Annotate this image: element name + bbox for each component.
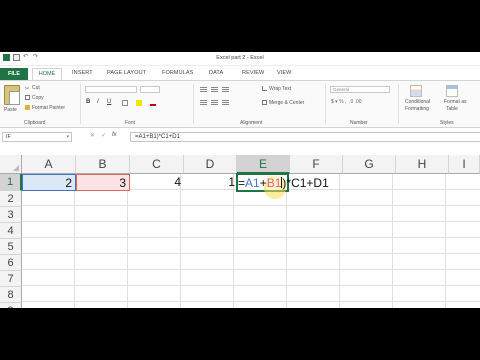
align-middle-icon[interactable]	[211, 87, 218, 93]
align-right-icon[interactable]	[222, 100, 229, 106]
column-header-h[interactable]: H	[396, 155, 449, 174]
ribbon-divider	[398, 84, 399, 124]
reference-b1: B1	[266, 176, 282, 190]
format-as-table-icon[interactable]	[446, 85, 458, 97]
font-size-box[interactable]	[140, 86, 160, 93]
excel-window: ↶ ↷ Excel part 2 - Excel FILE HOME INSER…	[0, 52, 480, 308]
tab-data[interactable]: DATA	[209, 70, 223, 76]
ribbon-divider	[193, 84, 194, 124]
cell-c1[interactable]: 4	[130, 174, 184, 191]
merge-center-button[interactable]: Merge & Center	[262, 100, 304, 106]
number-format-box[interactable]: General	[330, 86, 390, 93]
row-header-9[interactable]: 9	[0, 303, 22, 308]
copy-button[interactable]: Copy	[25, 95, 44, 101]
row-header-6[interactable]: 6	[0, 255, 22, 271]
font-color-icon[interactable]	[150, 100, 156, 106]
cancel-icon[interactable]: ✕	[90, 132, 95, 139]
ribbon: Paste ✂ Cut Copy Format Painter Clipboard…	[0, 80, 480, 128]
underline-button[interactable]: U	[107, 99, 111, 105]
enter-icon[interactable]: ✓	[101, 132, 106, 139]
row-header-5[interactable]: 5	[0, 239, 22, 255]
column-header-f[interactable]: F	[290, 155, 343, 174]
row-header-4[interactable]: 4	[0, 223, 22, 239]
conditional-formatting-icon[interactable]	[410, 85, 422, 97]
italic-button[interactable]: I	[97, 99, 99, 105]
cell-d1[interactable]: 1	[184, 174, 238, 191]
chevron-down-icon: ▾	[66, 134, 69, 140]
number-format-icons[interactable]: $ ▾ % , .0 .00	[331, 99, 362, 105]
format-painter-button[interactable]: Format Painter	[25, 105, 65, 111]
align-center-icon[interactable]	[211, 100, 218, 106]
fill-color-icon[interactable]	[136, 100, 142, 106]
wrap-text-button[interactable]: Wrap Text	[262, 86, 291, 92]
tab-page-layout[interactable]: PAGE LAYOUT	[107, 70, 146, 76]
column-header-c[interactable]: C	[130, 155, 184, 174]
tab-view[interactable]: VIEW	[277, 70, 291, 76]
name-box[interactable]: IF ▾	[2, 132, 72, 142]
tab-home[interactable]: HOME	[32, 68, 62, 80]
alignment-group-label: Alignment	[240, 120, 263, 126]
window-title: Excel part 2 - Excel	[216, 55, 264, 61]
column-header-g[interactable]: G	[343, 155, 396, 174]
column-header-a[interactable]: A	[22, 155, 76, 174]
tab-insert[interactable]: INSERT	[72, 70, 93, 76]
cell-gridlines	[22, 174, 480, 308]
column-header-e[interactable]: E	[237, 155, 290, 174]
formula-bar: IF ▾ ✕ ✓ fx =A1+B1)*C1+D1	[0, 131, 480, 143]
align-bottom-icon[interactable]	[222, 87, 229, 93]
reference-a1: A1	[245, 176, 260, 190]
title-bar: ↶ ↷ Excel part 2 - Excel	[0, 52, 480, 66]
worksheet-grid[interactable]: A B C D E F G H I 1 2 3 4 5 6 7 8 9 2 3 …	[0, 155, 480, 308]
merge-icon	[262, 100, 267, 105]
column-header-b[interactable]: B	[76, 155, 130, 174]
ribbon-tabs: FILE HOME INSERT PAGE LAYOUT FORMULAS DA…	[0, 67, 480, 80]
align-top-icon[interactable]	[200, 87, 207, 93]
column-header-d[interactable]: D	[184, 155, 237, 174]
tab-review[interactable]: REVIEW	[242, 70, 264, 76]
paste-icon[interactable]	[4, 85, 20, 105]
wrap-text-icon	[262, 86, 267, 91]
borders-icon[interactable]	[122, 100, 128, 106]
cell-e1-formula[interactable]: =A1+B1)*C1+D1	[238, 175, 329, 191]
scissors-icon: ✂	[25, 86, 30, 92]
number-group-label: Number	[350, 120, 368, 126]
conditional-formatting-label-1[interactable]: Conditional	[405, 99, 430, 105]
row-header-1[interactable]: 1	[0, 174, 22, 191]
font-group-label: Font	[125, 120, 136, 126]
ribbon-divider	[325, 84, 326, 124]
format-as-table-label-2[interactable]: Table	[446, 106, 458, 112]
select-all-button[interactable]	[0, 155, 22, 174]
cut-button[interactable]: ✂ Cut	[25, 85, 40, 92]
tab-file[interactable]: FILE	[0, 68, 28, 80]
styles-group-label: Styles	[440, 120, 454, 126]
formula-input[interactable]: =A1+B1)*C1+D1	[130, 132, 480, 142]
copy-icon	[25, 95, 30, 100]
row-header-3[interactable]: 3	[0, 207, 22, 223]
bold-button[interactable]: B	[86, 99, 90, 105]
format-as-table-label-1[interactable]: Format as	[444, 99, 467, 105]
clipboard-group-label: Clipboard	[24, 120, 46, 126]
insert-function-icon[interactable]: fx	[112, 132, 117, 138]
ribbon-divider	[80, 84, 81, 124]
row-header-2[interactable]: 2	[0, 191, 22, 207]
conditional-formatting-label-2[interactable]: Formatting	[405, 106, 429, 112]
row-header-8[interactable]: 8	[0, 287, 22, 303]
brush-icon	[25, 105, 30, 110]
paste-label[interactable]: Paste	[4, 107, 17, 113]
cell-b1[interactable]: 3	[76, 174, 130, 191]
tab-formulas[interactable]: FORMULAS	[162, 70, 193, 76]
font-name-box[interactable]	[85, 86, 137, 93]
row-header-7[interactable]: 7	[0, 271, 22, 287]
cell-a1[interactable]: 2	[22, 174, 76, 191]
align-left-icon[interactable]	[200, 100, 207, 106]
column-header-i[interactable]: I	[449, 155, 480, 174]
